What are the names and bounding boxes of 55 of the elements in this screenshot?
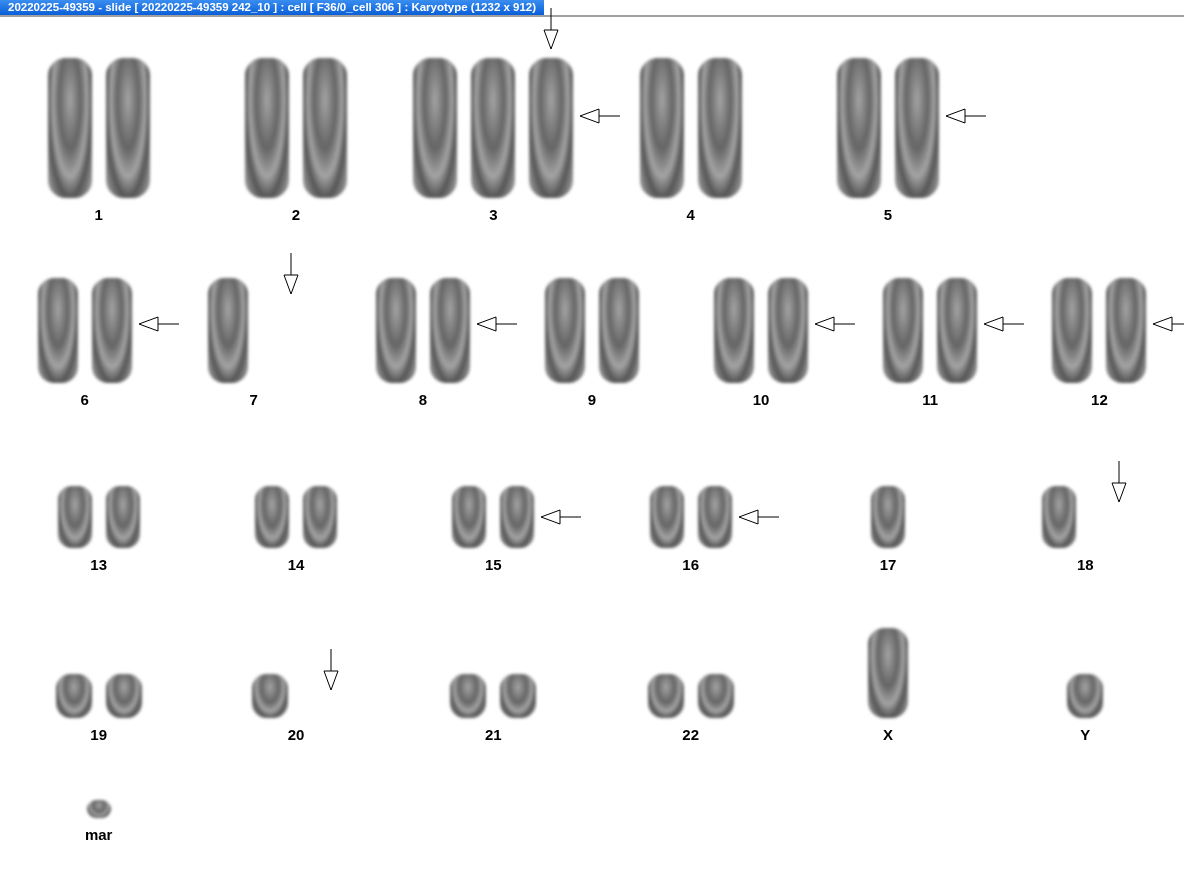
chromosome-label: 22 bbox=[682, 726, 699, 743]
chromosome-label: 4 bbox=[686, 206, 695, 223]
chromosome-image bbox=[105, 674, 142, 718]
arrow-icon bbox=[137, 314, 180, 333]
chromosome-label: 8 bbox=[418, 391, 427, 408]
arrow-icon bbox=[542, 8, 561, 50]
chromosome-label: 13 bbox=[90, 556, 107, 573]
arrow-icon bbox=[1152, 314, 1184, 333]
chromosome-label: 10 bbox=[752, 391, 770, 408]
chromosome-image bbox=[452, 486, 487, 548]
chromosome-label: 15 bbox=[484, 556, 502, 573]
arrow-icon bbox=[579, 107, 622, 125]
chromosome-label: 19 bbox=[90, 726, 107, 743]
chromosome-label: 20 bbox=[287, 726, 305, 743]
chromosome-label: X bbox=[883, 726, 893, 743]
chromosome-image bbox=[255, 486, 289, 548]
chromosome-image bbox=[649, 486, 684, 548]
chromosome-image bbox=[697, 486, 732, 548]
chromosome-image bbox=[647, 674, 684, 718]
chromosome-label: 11 bbox=[922, 391, 939, 408]
arrow-icon bbox=[945, 107, 987, 125]
chromosome-label: 6 bbox=[80, 391, 89, 408]
chromosome-label: 21 bbox=[484, 726, 502, 743]
chromosome-label: 12 bbox=[1091, 391, 1108, 408]
chromosome-image bbox=[303, 486, 337, 548]
chromosome-label: 9 bbox=[587, 391, 597, 408]
chromosome-label: 1 bbox=[94, 206, 103, 223]
arrow-icon bbox=[737, 507, 780, 526]
chromosome-image bbox=[1067, 674, 1104, 718]
arrow-icon bbox=[540, 507, 583, 526]
chromosome-image bbox=[105, 486, 140, 548]
arrow-icon bbox=[475, 314, 518, 333]
chromosome-label: 18 bbox=[1076, 556, 1094, 573]
chromosome-label: 5 bbox=[883, 206, 893, 223]
window-title: 20220225-49359 - slide [ 20220225-49359 242_10 ] : cell [ F36/0_cell 306 ] : Karyotype (1232 x 912) bbox=[0, 0, 545, 15]
chromosome-label: 3 bbox=[489, 206, 498, 223]
chromosome-label: 7 bbox=[249, 391, 258, 408]
chromosome-image bbox=[57, 486, 92, 548]
chromosome-image bbox=[871, 486, 905, 548]
chromosome-image bbox=[1042, 486, 1077, 548]
chromosome-label: 16 bbox=[682, 556, 699, 573]
chromosome-image bbox=[86, 800, 111, 818]
chromosome-image bbox=[500, 674, 537, 718]
chromosome-image bbox=[500, 486, 535, 548]
arrow-icon bbox=[983, 314, 1026, 333]
chromosome-image bbox=[55, 674, 92, 718]
chromosome-label: 2 bbox=[291, 206, 301, 223]
arrow-icon bbox=[814, 314, 857, 333]
chromosome-image bbox=[697, 674, 734, 718]
chromosome-label: Y bbox=[1080, 726, 1091, 743]
chromosome-label: 17 bbox=[879, 556, 897, 573]
chromosome-label: mar bbox=[84, 826, 113, 843]
chromosome-label: 14 bbox=[287, 556, 305, 573]
chromosome-image bbox=[252, 674, 288, 718]
chromosome-image bbox=[450, 674, 487, 718]
